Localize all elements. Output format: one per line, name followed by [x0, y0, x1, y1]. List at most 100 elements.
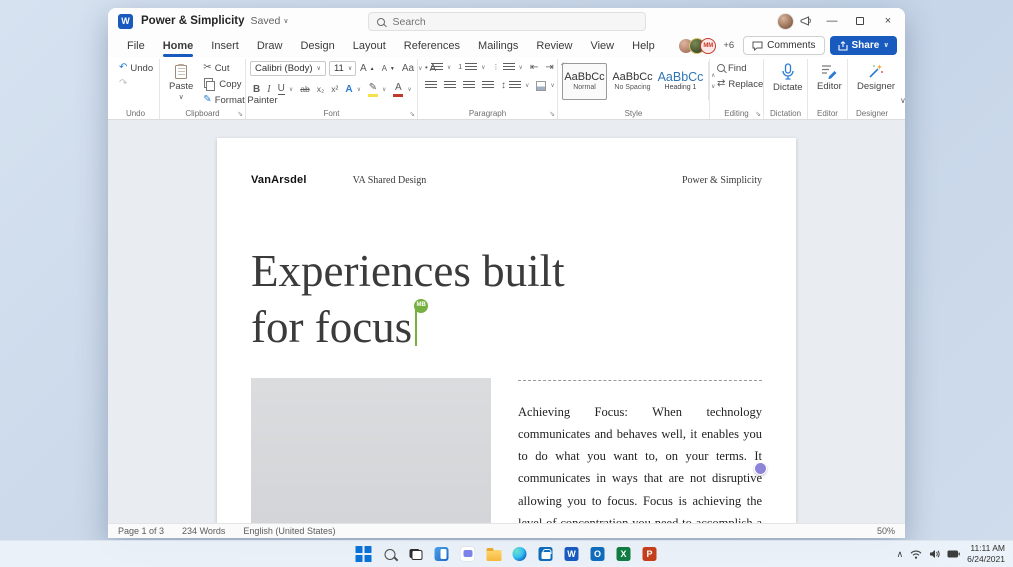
- share-button[interactable]: Share ∨: [829, 36, 897, 55]
- dialog-launcher-icon[interactable]: ⇘: [237, 110, 243, 118]
- task-view-icon: [409, 548, 422, 560]
- increase-indent-button[interactable]: ⇥: [542, 61, 556, 74]
- body-paragraph[interactable]: Achieving Focus: When technology communi…: [518, 401, 762, 523]
- tab-file[interactable]: File: [118, 37, 154, 55]
- text-effects-button[interactable]: A: [342, 83, 364, 96]
- file-explorer-button[interactable]: [485, 546, 502, 563]
- justify-button[interactable]: [479, 80, 497, 92]
- feedback-icon[interactable]: [800, 15, 813, 27]
- share-icon: [837, 40, 848, 51]
- page-indicator[interactable]: Page 1 of 3: [118, 526, 164, 536]
- redo-button[interactable]: ↷: [116, 77, 156, 90]
- tab-mailings[interactable]: Mailings: [469, 37, 527, 55]
- vanarsdel-logo: VanArsdel: [251, 174, 307, 186]
- user-avatar[interactable]: [777, 12, 794, 30]
- tab-layout[interactable]: Layout: [344, 37, 395, 55]
- italic-button[interactable]: I: [264, 83, 273, 96]
- language-indicator[interactable]: English (United States): [243, 526, 335, 536]
- document-image[interactable]: [251, 377, 491, 523]
- task-view-button[interactable]: [407, 546, 424, 563]
- shading-button[interactable]: [533, 79, 557, 92]
- comments-button[interactable]: Comments: [743, 36, 825, 55]
- tab-design[interactable]: Design: [291, 37, 343, 55]
- collaborator-avatars[interactable]: MM: [678, 37, 717, 54]
- edge-icon: [512, 547, 527, 561]
- superscript-button[interactable]: x²: [328, 84, 341, 96]
- start-button[interactable]: [355, 546, 372, 563]
- collaborator-overflow-count[interactable]: +6: [723, 40, 734, 51]
- tray-expand-icon[interactable]: ∧: [897, 549, 904, 560]
- grow-font-button[interactable]: A ▲: [357, 62, 378, 75]
- taskbar-search-button[interactable]: [381, 546, 398, 563]
- tab-insert[interactable]: Insert: [202, 37, 248, 55]
- strikethrough-button[interactable]: ab: [297, 84, 312, 96]
- clock[interactable]: 11:11 AM 6/24/2021: [967, 543, 1005, 564]
- font-color-button[interactable]: A: [390, 81, 414, 98]
- tab-home[interactable]: Home: [154, 37, 203, 57]
- widgets-button[interactable]: [433, 546, 450, 563]
- document-heading[interactable]: Experiences built for focus MB: [251, 244, 581, 356]
- document-page[interactable]: VanArsdel VA Shared Design Power & Simpl…: [217, 138, 796, 523]
- document-canvas[interactable]: VanArsdel VA Shared Design Power & Simpl…: [108, 120, 905, 523]
- align-center-button[interactable]: [441, 80, 459, 92]
- word-taskbar-button[interactable]: W: [563, 546, 580, 563]
- dialog-launcher-icon[interactable]: ⇘: [409, 110, 415, 118]
- search-bar[interactable]: [367, 12, 646, 31]
- replace-button[interactable]: ⇄ Replace: [714, 77, 766, 91]
- powerpoint-button[interactable]: P: [641, 546, 658, 563]
- volume-icon[interactable]: [929, 549, 940, 559]
- collaborator-avatar[interactable]: MM: [700, 37, 717, 54]
- tab-view[interactable]: View: [581, 37, 623, 55]
- paste-button[interactable]: Paste ∨: [164, 61, 198, 103]
- font-family-combobox[interactable]: Calibri (Body) ∨: [250, 61, 326, 76]
- bold-button[interactable]: B: [250, 83, 263, 96]
- bullets-button[interactable]: •: [422, 62, 454, 74]
- wifi-icon[interactable]: [910, 550, 922, 559]
- document-title: Power & Simplicity: [141, 15, 245, 27]
- excel-icon: X: [616, 547, 631, 561]
- multilevel-list-button[interactable]: ⋮: [490, 62, 526, 74]
- store-button[interactable]: [537, 546, 554, 563]
- zoom-level[interactable]: 50%: [877, 526, 895, 536]
- underline-button[interactable]: U: [275, 83, 297, 97]
- tab-help[interactable]: Help: [623, 37, 664, 55]
- collaborator-cursor-green: MB: [414, 298, 429, 346]
- tab-references[interactable]: References: [395, 37, 469, 55]
- dialog-launcher-icon[interactable]: ⇘: [549, 110, 555, 118]
- search-input[interactable]: [390, 14, 637, 29]
- word-count[interactable]: 234 Words: [182, 526, 225, 536]
- dialog-launcher-icon[interactable]: ⇘: [755, 110, 761, 118]
- clipboard-group: Paste ∨ ✂ Cut Copy ✎ Format Painter Clip…: [160, 59, 278, 119]
- dictate-button[interactable]: Dictate: [768, 61, 808, 95]
- paragraph-group: • 1 ⋮ ⇤ ⇥ ⇅ ¶ ↕ ⊞ Paragra: [418, 59, 581, 119]
- battery-icon[interactable]: [947, 550, 960, 558]
- find-button[interactable]: Find: [714, 61, 766, 75]
- align-right-button[interactable]: [460, 80, 478, 92]
- style-normal[interactable]: AaBbCc Normal: [562, 62, 607, 100]
- minimize-button[interactable]: —: [819, 11, 845, 31]
- outlook-button[interactable]: O: [589, 546, 606, 563]
- header-right-text: Power & Simplicity: [682, 175, 762, 186]
- subscript-button[interactable]: x₂: [314, 84, 328, 96]
- tab-draw[interactable]: Draw: [248, 37, 292, 55]
- style-heading-1[interactable]: AaBbCc Heading 1: [658, 62, 703, 100]
- chat-button[interactable]: [459, 546, 476, 563]
- font-size-combobox[interactable]: 11 ∨: [328, 61, 356, 76]
- close-button[interactable]: ×: [875, 11, 901, 31]
- numbering-button[interactable]: 1: [455, 62, 488, 74]
- style-no-spacing[interactable]: AaBbCc No Spacing: [610, 62, 655, 100]
- shrink-font-button[interactable]: A ▼: [379, 63, 398, 74]
- undo-button[interactable]: ↶ Undo: [116, 61, 156, 75]
- editor-button[interactable]: Editor: [812, 61, 847, 94]
- designer-button[interactable]: Designer: [852, 61, 900, 94]
- line-spacing-button[interactable]: ↕: [498, 79, 532, 92]
- font-color-bar: [393, 93, 404, 97]
- align-left-button[interactable]: [422, 80, 440, 92]
- excel-button[interactable]: X: [615, 546, 632, 563]
- edge-button[interactable]: [511, 546, 528, 563]
- maximize-button[interactable]: [847, 11, 873, 31]
- tab-review[interactable]: Review: [527, 37, 581, 55]
- autosave-status[interactable]: Saved ∨: [251, 15, 289, 27]
- highlight-color-button[interactable]: ✎: [365, 81, 389, 98]
- decrease-indent-button[interactable]: ⇤: [527, 61, 541, 74]
